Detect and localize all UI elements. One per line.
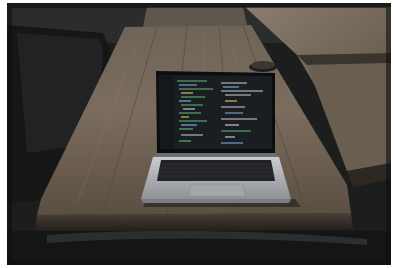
photo — [7, 3, 391, 265]
back-table-seam — [297, 53, 391, 65]
far-table — [143, 7, 247, 27]
editor-sidebar — [160, 76, 174, 149]
laptop-trackpad — [188, 183, 246, 197]
laptop-keyboard — [157, 160, 275, 181]
laptop-front-lip — [141, 199, 291, 203]
photo-svg — [7, 3, 391, 265]
laptop-screen — [159, 75, 272, 149]
coaster-top — [251, 61, 275, 69]
laptop-hinge — [153, 153, 279, 157]
